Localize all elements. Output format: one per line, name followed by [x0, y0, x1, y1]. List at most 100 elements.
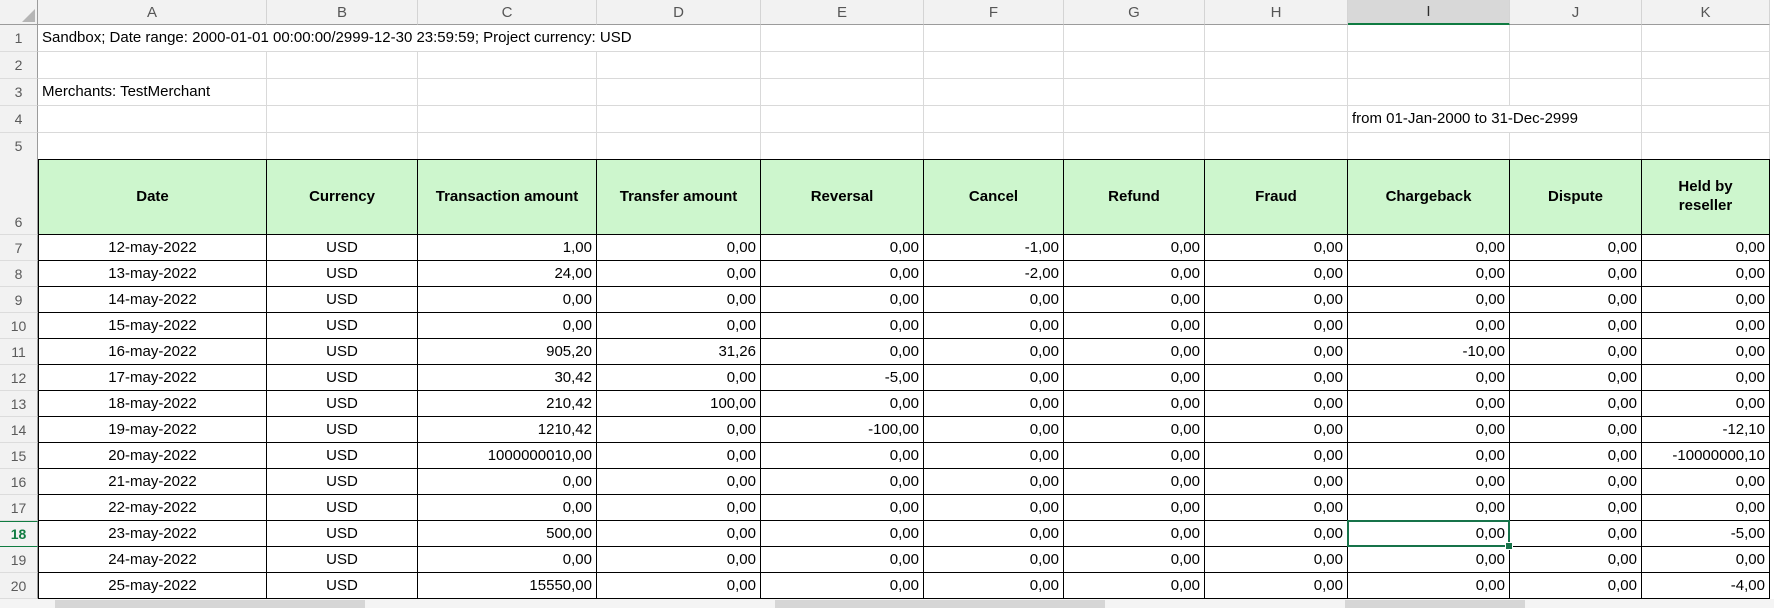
table-cell[interactable]: 0,00	[1205, 521, 1348, 547]
table-cell[interactable]: 0,00	[597, 235, 761, 261]
row-number-10[interactable]: 10	[0, 313, 38, 339]
table-cell[interactable]: 24-may-2022	[38, 547, 267, 573]
table-cell[interactable]: 0,00	[924, 443, 1064, 469]
table-cell[interactable]: -10,00	[1348, 339, 1510, 365]
table-header-cell[interactable]: Date	[38, 159, 267, 235]
table-cell[interactable]: 0,00	[1642, 261, 1770, 287]
row-number-12[interactable]: 12	[0, 365, 38, 391]
cell-B3[interactable]	[267, 79, 418, 106]
cell-D4[interactable]	[597, 106, 761, 133]
table-cell[interactable]: 0,00	[1064, 261, 1205, 287]
cell-A5[interactable]	[38, 133, 267, 160]
table-cell[interactable]: 0,00	[1205, 495, 1348, 521]
table-header-cell[interactable]: Cancel	[924, 159, 1064, 235]
table-cell[interactable]: 14-may-2022	[38, 287, 267, 313]
table-cell[interactable]: 0,00	[597, 287, 761, 313]
table-cell[interactable]: -4,00	[1642, 573, 1770, 599]
cell-B5[interactable]	[267, 133, 418, 160]
table-cell[interactable]: 18-may-2022	[38, 391, 267, 417]
table-header-cell[interactable]: Currency	[267, 159, 418, 235]
cell-E5[interactable]	[761, 133, 924, 160]
table-cell[interactable]: 0,00	[418, 495, 597, 521]
table-cell[interactable]: USD	[267, 287, 418, 313]
cell-G3[interactable]	[1064, 79, 1205, 106]
table-cell[interactable]: 0,00	[924, 469, 1064, 495]
table-cell[interactable]: 0,00	[761, 287, 924, 313]
table-cell[interactable]: USD	[267, 521, 418, 547]
table-cell[interactable]: 13-may-2022	[38, 261, 267, 287]
selected-cell[interactable]: 0,00	[1348, 521, 1510, 547]
table-cell[interactable]: 0,00	[1642, 313, 1770, 339]
table-cell[interactable]: 0,00	[1348, 391, 1510, 417]
table-cell[interactable]: 0,00	[418, 287, 597, 313]
column-header-F[interactable]: F	[924, 0, 1064, 25]
table-header-cell[interactable]: Transaction amount	[418, 159, 597, 235]
row-number-16[interactable]: 16	[0, 469, 38, 495]
cell-G4[interactable]	[1064, 106, 1205, 133]
table-cell[interactable]: 0,00	[1348, 313, 1510, 339]
table-cell[interactable]: USD	[267, 495, 418, 521]
table-cell[interactable]: 0,00	[597, 261, 761, 287]
row-number-13[interactable]: 13	[0, 391, 38, 417]
row-number-1[interactable]: 1	[0, 25, 38, 52]
merchants-cell[interactable]: Merchants: TestMerchant	[38, 79, 214, 105]
table-cell[interactable]: 12-may-2022	[38, 235, 267, 261]
table-cell[interactable]: 0,00	[1348, 235, 1510, 261]
cell-D5[interactable]	[597, 133, 761, 160]
table-cell[interactable]: 0,00	[597, 573, 761, 599]
cell-A4[interactable]	[38, 106, 267, 133]
table-cell[interactable]: 0,00	[1064, 417, 1205, 443]
table-cell[interactable]: 0,00	[1510, 521, 1642, 547]
table-cell[interactable]: USD	[267, 365, 418, 391]
column-header-K[interactable]: K	[1642, 0, 1770, 25]
table-cell[interactable]: 0,00	[1348, 365, 1510, 391]
table-cell[interactable]: 0,00	[924, 417, 1064, 443]
column-header-J[interactable]: J	[1510, 0, 1642, 25]
table-cell[interactable]: 0,00	[1348, 469, 1510, 495]
table-cell[interactable]: 0,00	[1348, 495, 1510, 521]
table-header-cell[interactable]: Fraud	[1205, 159, 1348, 235]
table-cell[interactable]: -10000000,10	[1642, 443, 1770, 469]
table-header-cell[interactable]: Chargeback	[1348, 159, 1510, 235]
column-header-E[interactable]: E	[761, 0, 924, 25]
table-cell[interactable]: 0,00	[1348, 443, 1510, 469]
cell-H3[interactable]	[1205, 79, 1348, 106]
row-number-2[interactable]: 2	[0, 52, 38, 79]
table-cell[interactable]: 0,00	[1064, 235, 1205, 261]
cell-B2[interactable]	[267, 52, 418, 79]
table-header-cell[interactable]: Transfer amount	[597, 159, 761, 235]
table-header-cell[interactable]: Held by reseller	[1642, 159, 1770, 235]
cell-J3[interactable]	[1510, 79, 1642, 106]
cell-I2[interactable]	[1348, 52, 1510, 79]
table-cell[interactable]: USD	[267, 547, 418, 573]
column-header-B[interactable]: B	[267, 0, 418, 25]
table-cell[interactable]: 0,00	[597, 313, 761, 339]
table-cell[interactable]: 0,00	[1205, 339, 1348, 365]
table-cell[interactable]: 0,00	[1348, 417, 1510, 443]
table-cell[interactable]: -100,00	[761, 417, 924, 443]
row-number-15[interactable]: 15	[0, 443, 38, 469]
cell-H2[interactable]	[1205, 52, 1348, 79]
cell-K2[interactable]	[1642, 52, 1770, 79]
table-cell[interactable]: 0,00	[1510, 443, 1642, 469]
table-cell[interactable]: 0,00	[924, 313, 1064, 339]
table-cell[interactable]: 0,00	[924, 573, 1064, 599]
table-cell[interactable]: 0,00	[1510, 235, 1642, 261]
table-cell[interactable]: 15550,00	[418, 573, 597, 599]
table-cell[interactable]: USD	[267, 339, 418, 365]
table-cell[interactable]: 0,00	[924, 521, 1064, 547]
table-cell[interactable]: 0,00	[597, 547, 761, 573]
table-cell[interactable]: 0,00	[761, 313, 924, 339]
table-cell[interactable]: 210,42	[418, 391, 597, 417]
cell-H1[interactable]	[1205, 25, 1348, 52]
table-cell[interactable]: USD	[267, 573, 418, 599]
table-cell[interactable]: 0,00	[761, 495, 924, 521]
table-cell[interactable]: 0,00	[761, 469, 924, 495]
table-cell[interactable]: 0,00	[1064, 495, 1205, 521]
table-cell[interactable]: 1000000010,00	[418, 443, 597, 469]
table-cell[interactable]: 17-may-2022	[38, 365, 267, 391]
cell-B4[interactable]	[267, 106, 418, 133]
table-cell[interactable]: 0,00	[1642, 235, 1770, 261]
table-cell[interactable]: 0,00	[1205, 547, 1348, 573]
row-number-18[interactable]: 18	[0, 521, 38, 547]
